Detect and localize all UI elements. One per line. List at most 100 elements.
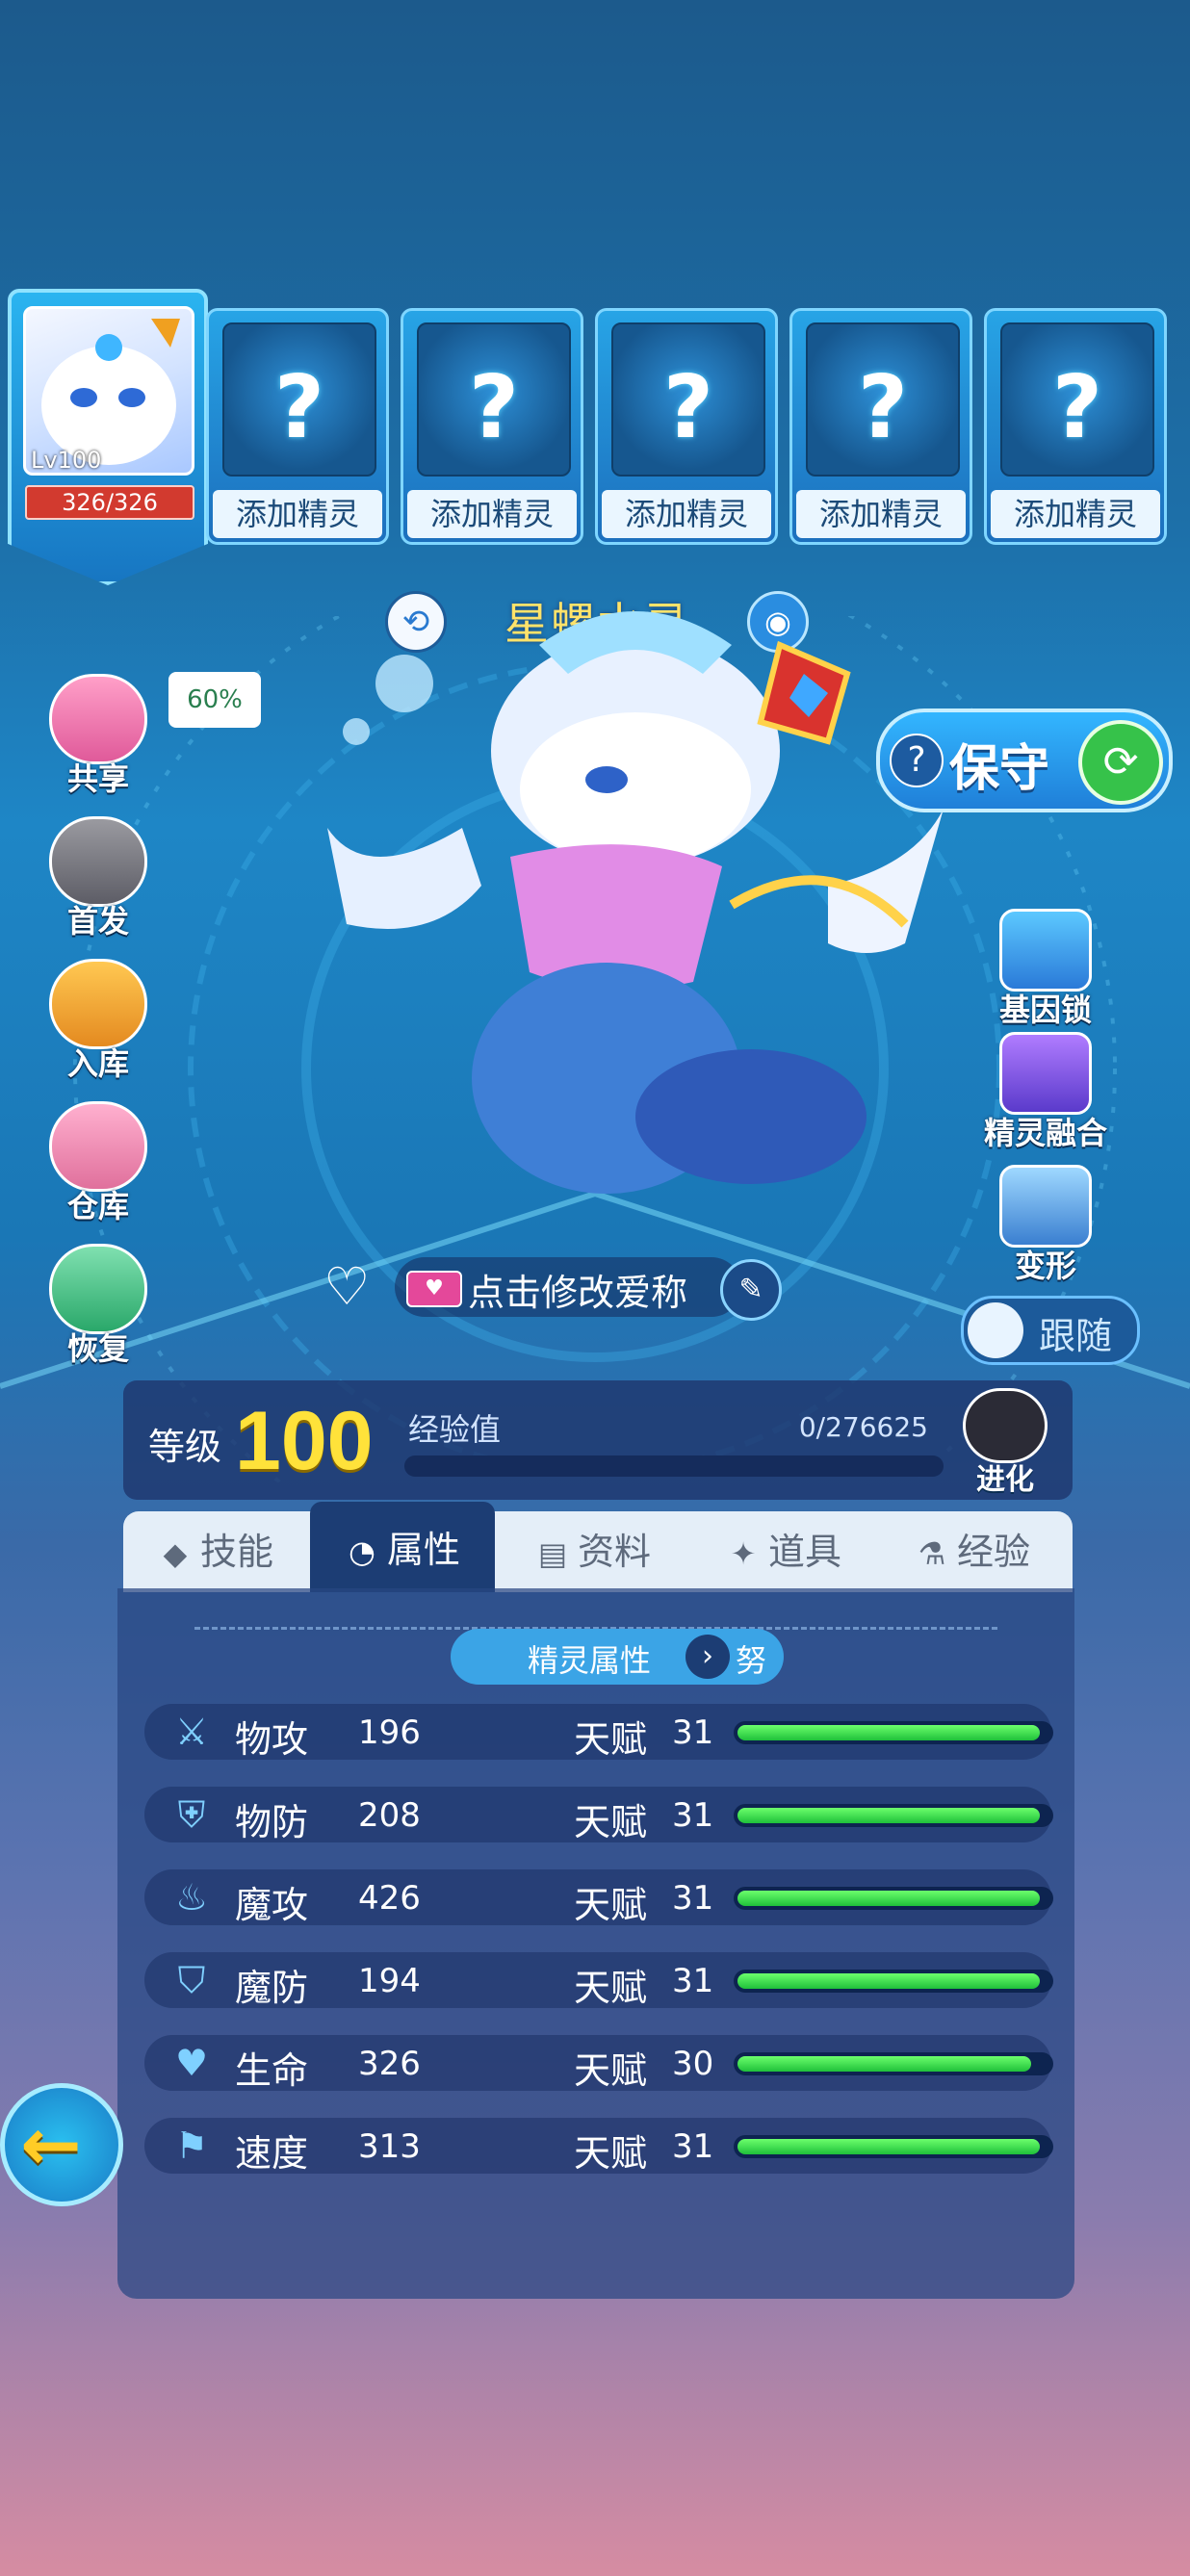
- attribute-row: ⚔ 物攻 196 天赋 31: [144, 1704, 1053, 1761]
- exp-label: 经验值: [408, 1411, 502, 1448]
- guard-mode-label: 保守: [949, 740, 1050, 798]
- evolve-icon: [963, 1388, 1048, 1463]
- tab-attributes[interactable]: ◔ 属性: [310, 1502, 495, 1592]
- talent-bar-fill: [737, 2056, 1031, 2072]
- empty-slot-3[interactable]: ? 添加精灵: [595, 308, 778, 545]
- gene-lock-icon: [999, 909, 1092, 992]
- talent-label: 天赋: [574, 1884, 648, 1926]
- warehouse-button[interactable]: 仓库: [40, 1101, 156, 1226]
- unknown-pet-icon: ?: [222, 322, 376, 477]
- attribute-mode-pill[interactable]: 精灵属性 › 努: [451, 1629, 784, 1685]
- empty-slot-4[interactable]: ? 添加精灵: [789, 308, 972, 545]
- heal-label: 恢复: [66, 1330, 129, 1367]
- store-button[interactable]: 入库: [40, 959, 156, 1084]
- attribute-name: 速度: [235, 2132, 309, 2175]
- sword-icon: ⚔: [174, 1711, 209, 1753]
- attribute-header: 精灵属性: [528, 1642, 652, 1679]
- transform-icon: [999, 1165, 1092, 1248]
- talent-value: 31: [672, 1879, 714, 1918]
- nickname-bar: ♡ ♥ 点击修改爱称 ✎: [323, 1257, 782, 1321]
- evolve-button[interactable]: 进化: [957, 1388, 1053, 1497]
- talent-label: 天赋: [574, 2049, 648, 2092]
- active-pet-level: Lv100: [31, 447, 102, 474]
- edit-pencil-icon[interactable]: ✎: [720, 1259, 782, 1321]
- talent-value: 31: [672, 1796, 714, 1835]
- empty-slot-2[interactable]: ? 添加精灵: [401, 308, 583, 545]
- nickname-hint: 点击修改爱称: [468, 1272, 688, 1314]
- attribute-name: 魔防: [235, 1967, 309, 2009]
- attribute-value: 196: [358, 1713, 421, 1752]
- fusion-button[interactable]: 精灵融合: [969, 1032, 1123, 1153]
- tab-exp[interactable]: ⚗ 经验: [880, 1511, 1065, 1592]
- unknown-pet-icon: ?: [806, 322, 960, 477]
- exp-value: 0/276625: [798, 1411, 928, 1443]
- add-pet-label: 添加精灵: [213, 490, 382, 538]
- back-button[interactable]: ←: [0, 2083, 123, 2206]
- empty-slot-5[interactable]: ? 添加精灵: [984, 308, 1167, 545]
- magic-shield-icon: ⛉: [177, 1959, 206, 2001]
- transform-label: 变形: [1014, 1248, 1076, 1284]
- talent-label: 天赋: [574, 1967, 648, 2009]
- help-icon[interactable]: ?: [890, 734, 944, 787]
- exp-share-label: 共享: [66, 760, 129, 797]
- active-pet-slot[interactable]: Lv100 326/326: [8, 289, 208, 585]
- boot-icon: ⚑: [174, 2125, 209, 2167]
- attribute-row: ⚑ 速度 313 天赋 31: [144, 2118, 1053, 2175]
- store-icon: [49, 959, 147, 1049]
- level-panel: 等级 100 经验值 0/276625 进化: [123, 1380, 1073, 1500]
- tab-bar: ◆ 技能 ◔ 属性 ▤ 资料 ✦ 道具 ⚗ 经验: [123, 1502, 1073, 1592]
- attribute-value: 313: [358, 2127, 421, 2166]
- talent-bar: [734, 1804, 1053, 1827]
- talent-bar: [734, 1970, 1053, 1993]
- talent-value: 31: [672, 1962, 714, 2000]
- transform-button[interactable]: 变形: [969, 1165, 1123, 1286]
- follow-label: 跟随: [1039, 1315, 1113, 1357]
- info-icon: ▤: [537, 1535, 568, 1572]
- heart-plus-icon: ♥: [174, 2042, 209, 2084]
- heart-icon[interactable]: ♡: [323, 1261, 370, 1313]
- talent-value: 31: [672, 1713, 714, 1752]
- team-bar: Lv100 326/326 ? 添加精灵 ? 添加精灵 ? 添加精灵 ? 添加精…: [0, 289, 1190, 585]
- add-pet-label: 添加精灵: [796, 490, 966, 538]
- attribute-row: ⛨ 物防 208 天赋 31: [144, 1787, 1053, 1843]
- warehouse-icon: [49, 1101, 147, 1192]
- chevron-right-icon[interactable]: ›: [686, 1635, 730, 1679]
- level-label: 等级: [148, 1426, 222, 1468]
- pet-character-art[interactable]: [289, 539, 963, 1271]
- heal-potion-icon: [49, 1244, 147, 1334]
- attribute-value: 426: [358, 1879, 421, 1918]
- lead-button[interactable]: 首发: [40, 816, 156, 941]
- effort-toggle-label: 努: [736, 1642, 767, 1679]
- potion-icon: ⚗: [918, 1535, 946, 1572]
- exp-share-button[interactable]: 共享: [40, 674, 156, 799]
- unknown-pet-icon: ?: [1000, 322, 1154, 477]
- empty-slot-1[interactable]: ? 添加精灵: [206, 308, 389, 545]
- attribute-name: 生命: [235, 2049, 309, 2092]
- talent-bar: [734, 2135, 1053, 2158]
- tab-info[interactable]: ▤ 资料: [501, 1511, 686, 1592]
- follow-toggle[interactable]: 跟随: [961, 1296, 1140, 1365]
- talent-value: 31: [672, 2127, 714, 2166]
- attributes-panel: 精灵属性 › 努 ⚔ 物攻 196 天赋 31 ⛨ 物防 208 天赋 31 ♨ 魔攻 426 天赋 31 ⛉…: [117, 1588, 1074, 2299]
- talent-value: 30: [672, 2045, 714, 2083]
- evolve-label: 进化: [976, 1463, 1034, 1497]
- talent-label: 天赋: [574, 2132, 648, 2175]
- exp-share-percent: 60%: [168, 672, 261, 728]
- attribute-name: 魔攻: [235, 1884, 309, 1926]
- toggle-knob: [968, 1302, 1023, 1358]
- gene-lock-label: 基因锁: [998, 992, 1092, 1028]
- tab-skills[interactable]: ◆ 技能: [123, 1511, 308, 1592]
- attribute-value: 194: [358, 1962, 421, 2000]
- heal-button[interactable]: 恢复: [40, 1244, 156, 1369]
- gene-lock-button[interactable]: 基因锁: [969, 909, 1123, 1030]
- switch-mode-icon[interactable]: ⟳: [1078, 720, 1163, 805]
- talent-bar: [734, 1721, 1053, 1744]
- attribute-icon: ◔: [349, 1533, 375, 1570]
- talent-bar-fill: [737, 1808, 1040, 1823]
- fusion-icon: [999, 1032, 1092, 1115]
- attribute-name: 物防: [235, 1801, 309, 1843]
- tab-items[interactable]: ✦ 道具: [691, 1511, 876, 1592]
- guard-mode-button[interactable]: ? 保守 ⟳: [876, 708, 1173, 812]
- talent-label: 天赋: [574, 1718, 648, 1761]
- nickname-field[interactable]: ♥ 点击修改爱称: [395, 1257, 741, 1317]
